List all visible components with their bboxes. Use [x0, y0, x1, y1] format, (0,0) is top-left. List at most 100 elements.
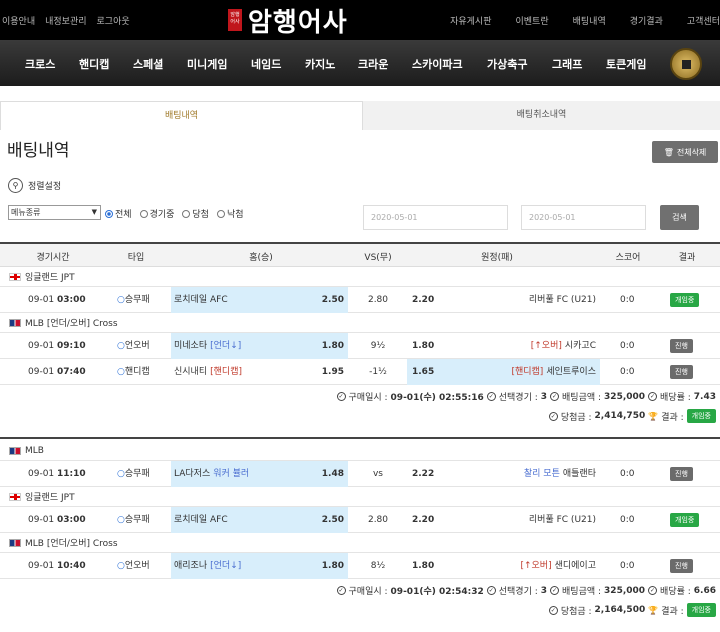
date-to-input[interactable]: 2020-05-01: [521, 205, 646, 230]
link-guide[interactable]: 이용안내: [2, 14, 35, 27]
radio-dot: [139, 209, 148, 218]
away-name-wrap: 찰리 모튼 애틀랜타: [524, 461, 596, 487]
home-team-cell[interactable]: LA다저스 워커 뷸러 1.48: [171, 461, 348, 487]
link-logout[interactable]: 로그아웃: [97, 14, 130, 27]
status-radio-group: 전체 경기중 당첨 낙첨: [105, 207, 244, 220]
league-name: MLB: [25, 445, 44, 456]
nav-item-handicap[interactable]: 핸디캡: [79, 56, 109, 72]
away-team-name: 애틀랜타: [562, 469, 596, 479]
match-date: 09-01: [28, 561, 55, 571]
link-my-info[interactable]: 내정보관리: [45, 14, 86, 27]
circle-icon: ○: [117, 561, 125, 571]
away-odds: 2.20: [412, 515, 435, 525]
away-odds: 1.65: [412, 367, 435, 377]
nav-item-skypark[interactable]: 스카이파크: [412, 56, 463, 72]
bet-type: ○승무패: [117, 287, 150, 313]
header-type: 타입: [127, 253, 145, 263]
home-team-name: 로치데일 AFC: [174, 295, 228, 305]
bet-type-label: 승무패: [124, 515, 150, 525]
check-circle-icon: ✓: [550, 586, 560, 595]
score: 0:0: [620, 295, 635, 305]
england-flag-icon: [9, 492, 21, 501]
check-circle-icon: ✓: [648, 586, 658, 595]
match-time: 09-01 11:10: [28, 461, 86, 487]
link-support[interactable]: 고객센터: [687, 14, 720, 27]
away-team-cell[interactable]: 1.65 [핸디캡] 세인트루이스: [407, 359, 600, 385]
score: 0:0: [620, 515, 635, 525]
bet-row: 09-01 07:40 ○핸디캡 신시내티 [핸디캡] 1.95 -1½ 1.65 [핸디캡]…: [0, 359, 720, 385]
away-odds: 2.22: [412, 469, 435, 479]
radio-dot: [105, 209, 113, 218]
link-results[interactable]: 경기결과: [630, 14, 663, 27]
menu-type-select[interactable]: 메뉴종류 ▼: [8, 205, 101, 220]
link-events[interactable]: 이벤트란: [516, 14, 549, 27]
trophy-icon: 🏆: [648, 411, 659, 421]
away-tag: 찰리 모튼: [523, 469, 560, 479]
top-links-left: 이용안내 내정보관리 로그아웃: [2, 14, 130, 27]
tab-bet-history[interactable]: 배팅내역: [0, 101, 363, 130]
nav-item-crown[interactable]: 크라운: [358, 56, 388, 72]
summary-label: 당첨금 :: [560, 412, 592, 423]
summary-label: 결과 :: [661, 606, 684, 617]
home-team-cell[interactable]: 애리조나 [언더↓] 1.80: [171, 553, 348, 579]
circle-icon: ○: [117, 515, 125, 525]
bet-type: ○언오버: [117, 333, 150, 359]
summary-value: 3: [540, 391, 548, 402]
site-logo[interactable]: 암행 어사 암행어사: [228, 2, 348, 38]
delete-all-button[interactable]: 🗑 전체삭제: [652, 141, 718, 163]
nav-item-virtual-soccer[interactable]: 가상축구: [487, 56, 527, 72]
link-bet-history[interactable]: 배팅내역: [573, 14, 606, 27]
radio-dot: [216, 209, 225, 218]
home-team-cell[interactable]: 로치데일 AFC 2.50: [171, 287, 348, 313]
check-circle-icon: ✓: [548, 605, 558, 615]
nav-item-minigame[interactable]: 미니게임: [187, 56, 227, 72]
date-from-input[interactable]: 2020-05-01: [363, 205, 508, 230]
nav-item-token-game[interactable]: 토큰게임: [606, 56, 646, 72]
bet-summary-line: ✓ 구매일시 :09-01(수) 02:55:16 ✓ 선택경기 :3 ✓ 배팅금액 :3…: [336, 390, 716, 403]
match-time: 09-01 03:00: [28, 507, 86, 533]
home-tag: [핸디캡]: [210, 367, 242, 377]
away-team-cell[interactable]: 2.20 리버풀 FC (U21): [407, 507, 600, 533]
home-team-name: LA다저스: [174, 469, 211, 479]
check-circle-icon: ✓: [336, 586, 346, 595]
coin-icon[interactable]: [670, 48, 702, 80]
match-clock: 11:10: [57, 469, 86, 479]
bet-row: 09-01 09:10 ○언오버 미네소타 [언더↓] 1.80 9½ 1.80 [↑오버] 시…: [0, 333, 720, 359]
away-team-cell[interactable]: 2.20 리버풀 FC (U21): [407, 287, 600, 313]
bet-type-label: 언오버: [124, 561, 150, 571]
sort-settings[interactable]: ⚲ 정렬설정: [8, 178, 61, 193]
league-header: MLB [언더/오버] Cross: [0, 533, 720, 553]
draw-odds: vs: [372, 469, 383, 479]
home-team-cell[interactable]: 미네소타 [언더↓] 1.80: [171, 333, 348, 359]
tab-bet-cancel-history[interactable]: 배팅취소내역: [363, 101, 720, 130]
away-team-cell[interactable]: 1.80 [↑오버] 샌디에이고: [407, 553, 600, 579]
nav-item-special[interactable]: 스페셜: [133, 56, 163, 72]
summary-value: 3: [540, 585, 548, 596]
chevron-down-icon: ▼: [91, 208, 97, 216]
nav-item-named[interactable]: 네임드: [251, 56, 281, 72]
home-odds: 1.80: [321, 561, 344, 571]
radio-lost[interactable]: 낙첨: [216, 207, 244, 220]
away-team-cell[interactable]: 1.80 [↑오버] 시카고C: [407, 333, 600, 359]
home-team-name: 애리조나: [174, 561, 208, 571]
radio-in-progress[interactable]: 경기중: [139, 207, 175, 220]
away-team-name: 시카고C: [564, 341, 596, 351]
match-time: 09-01 09:10: [28, 333, 86, 359]
summary-label: 당첨금 :: [560, 606, 592, 617]
bet-type: ○핸디캡: [117, 359, 150, 385]
home-team-cell[interactable]: 로치데일 AFC 2.50: [171, 507, 348, 533]
top-bar: 이용안내 내정보관리 로그아웃 암행 어사 암행어사 자유게시판 이벤트란 배팅…: [0, 0, 720, 40]
nav-item-cross[interactable]: 크로스: [25, 56, 55, 72]
away-team-cell[interactable]: 2.22 찰리 모튼 애틀랜타: [407, 461, 600, 487]
radio-won[interactable]: 당첨: [182, 207, 209, 220]
search-button[interactable]: 검색: [660, 205, 699, 230]
home-team-cell[interactable]: 신시내티 [핸디캡] 1.95: [171, 359, 348, 385]
nav-item-casino[interactable]: 카지노: [305, 56, 335, 72]
summary-label: 구매일시 :: [348, 393, 388, 403]
radio-all[interactable]: 전체: [105, 207, 132, 220]
away-team-name: 리버풀 FC (U21): [528, 515, 596, 525]
radio-label: 경기중: [149, 210, 175, 220]
link-free-board[interactable]: 자유게시판: [450, 14, 491, 27]
nav-item-graph[interactable]: 그래프: [552, 56, 582, 72]
bet-row: 09-01 03:00 ○승무패 로치데일 AFC 2.50 2.80 2.20 리버풀 F…: [0, 507, 720, 533]
